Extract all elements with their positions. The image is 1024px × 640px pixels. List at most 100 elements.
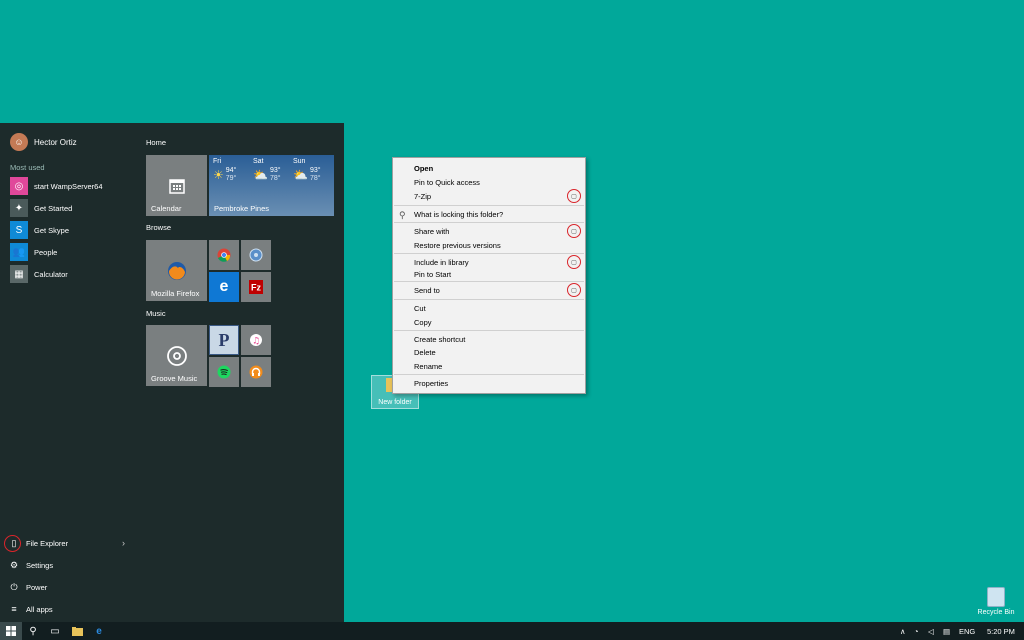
all-apps-item[interactable]: ≡ All apps <box>8 602 52 616</box>
headphones-icon <box>241 357 271 387</box>
tile-network-app[interactable] <box>241 240 271 270</box>
sun-icon: ☀ <box>213 168 224 182</box>
menu-item-delete[interactable]: Delete <box>414 348 436 357</box>
menu-separator <box>394 330 584 331</box>
action-center[interactable]: ▤ <box>943 622 950 640</box>
app-label: People <box>34 247 58 257</box>
user-account[interactable]: ☺ Hector Ortiz <box>10 133 77 151</box>
menu-item-properties[interactable]: Properties <box>414 379 448 388</box>
chevron-right-icon[interactable]: › <box>122 538 125 548</box>
submenu-arrow-icon[interactable]: ▢ <box>567 189 581 203</box>
lightbulb-icon: ✦ <box>10 199 28 217</box>
menu-separator <box>394 253 584 254</box>
tile-filezilla[interactable]: Fz <box>241 272 271 302</box>
recycle-bin-desktop-icon[interactable]: Recycle Bin <box>974 587 1018 621</box>
menu-separator <box>394 281 584 282</box>
app-wampserver[interactable]: ◎ start WampServer64 <box>10 177 103 195</box>
submenu-arrow-icon[interactable]: ▢ <box>567 255 581 269</box>
recycle-bin-label: Recycle Bin <box>977 609 1015 616</box>
menu-item-7zip[interactable]: 7-Zip <box>414 192 431 201</box>
edge-icon: e <box>96 625 102 637</box>
menu-item-create-shortcut[interactable]: Create shortcut <box>414 335 465 344</box>
menu-item-rename[interactable]: Rename <box>414 362 442 371</box>
app-get-skype[interactable]: S Get Skype <box>10 221 69 239</box>
app-get-started[interactable]: ✦ Get Started <box>10 199 72 217</box>
tile-edge[interactable]: e <box>209 272 239 302</box>
skype-icon: S <box>10 221 28 239</box>
lock-search-icon: ⚲ <box>399 210 406 220</box>
windows-logo-icon <box>6 626 16 636</box>
menu-separator <box>394 205 584 206</box>
temp-high: 93° <box>309 167 321 174</box>
itunes-icon: ♫ <box>241 325 271 355</box>
temp-low: 79° <box>225 175 237 182</box>
context-menu: Open Pin to Quick access 7-Zip ▢ ⚲ What … <box>392 157 586 394</box>
power-label: Power <box>26 582 48 592</box>
taskbar-file-explorer[interactable] <box>66 622 88 640</box>
p-app-icon: P <box>218 329 230 350</box>
menu-item-pin-to-start[interactable]: Pin to Start <box>414 270 451 279</box>
app-people[interactable]: 👥 People <box>10 243 57 261</box>
menu-item-include-library[interactable]: Include in library <box>414 258 469 267</box>
temp-high: 93° <box>269 167 281 174</box>
weather-day-name: Fri <box>213 158 222 165</box>
start-button[interactable] <box>0 622 22 640</box>
menu-item-pin-quick-access[interactable]: Pin to Quick access <box>414 178 480 187</box>
menu-item-copy[interactable]: Copy <box>414 318 432 327</box>
menu-separator <box>394 374 584 375</box>
tile-label: Calendar <box>151 204 182 213</box>
menu-item-open[interactable]: Open <box>414 164 433 173</box>
tile-audio-app[interactable] <box>241 357 271 387</box>
tile-itunes[interactable]: ♫ <box>241 325 271 355</box>
temp-high: 94° <box>225 167 237 174</box>
menu-item-share-with[interactable]: Share with <box>414 227 449 236</box>
weather-day-name: Sun <box>293 158 306 165</box>
chevron-up-icon: ∧ <box>900 626 906 636</box>
tile-spotify[interactable] <box>209 357 239 387</box>
globe-icon <box>241 240 271 270</box>
temp-low: 78° <box>269 175 281 182</box>
tile-calendar[interactable]: Calendar <box>146 155 207 216</box>
partly-cloudy-icon: ⛅ <box>253 168 268 182</box>
menu-item-what-is-locking[interactable]: What is locking this folder? <box>414 210 503 219</box>
tile-p-app[interactable]: P <box>209 325 239 355</box>
settings-item[interactable]: ⚙ Settings <box>8 558 53 572</box>
submenu-arrow-icon[interactable]: ▢ <box>567 224 581 238</box>
menu-item-send-to[interactable]: Send to <box>414 286 440 295</box>
power-icon: ⏻ <box>10 581 18 592</box>
search-button[interactable]: ⚲ <box>22 622 44 640</box>
app-calculator[interactable]: ▦ Calculator <box>10 265 68 283</box>
taskbar-edge[interactable]: e <box>88 622 110 640</box>
weather-day-name: Sat <box>253 158 264 165</box>
show-hidden-icons[interactable]: ∧ <box>900 622 906 640</box>
app-label: Calculator <box>34 269 68 279</box>
people-icon: 👥 <box>10 243 28 261</box>
temp-low: 78° <box>309 175 321 182</box>
speaker-icon: ◁ <box>928 626 934 636</box>
task-view-button[interactable]: ▭ <box>44 622 66 640</box>
app-label: Get Skype <box>34 225 70 235</box>
menu-item-cut[interactable]: Cut <box>414 304 426 313</box>
volume-control[interactable]: ◁ <box>928 622 934 640</box>
tile-chrome[interactable] <box>209 240 239 270</box>
tile-label: Mozilla Firefox <box>151 289 200 298</box>
network-status[interactable]: ◔ <box>914 622 919 640</box>
task-view-icon: ▭ <box>50 625 60 637</box>
clock[interactable]: 5:20 PM <box>987 622 1015 640</box>
tile-firefox[interactable]: Mozilla Firefox <box>146 240 207 301</box>
power-item[interactable]: ⏻ Power <box>8 580 47 594</box>
app-label: Get Started <box>34 203 73 213</box>
svg-text:Fz: Fz <box>251 283 261 293</box>
group-label-browse: Browse <box>146 223 172 232</box>
tile-groove-music[interactable]: Groove Music <box>146 325 207 386</box>
menu-item-restore-previous[interactable]: Restore previous versions <box>414 241 501 250</box>
svg-text:♫: ♫ <box>252 337 260 347</box>
tile-label: Groove Music <box>151 374 198 383</box>
tile-weather[interactable]: Fri ☀ 94° 79° Sat ⛅ 93° 78° Sun ⛅ 93° 78° Pemb… <box>209 155 334 216</box>
language-indicator[interactable]: ENG <box>959 622 975 640</box>
submenu-arrow-icon[interactable]: ▢ <box>567 283 581 297</box>
most-used-label: Most used <box>10 163 45 172</box>
group-label-home: Home <box>146 138 167 147</box>
weather-location: Pembroke Pines <box>214 204 270 213</box>
gear-icon: ⚙ <box>9 559 19 570</box>
